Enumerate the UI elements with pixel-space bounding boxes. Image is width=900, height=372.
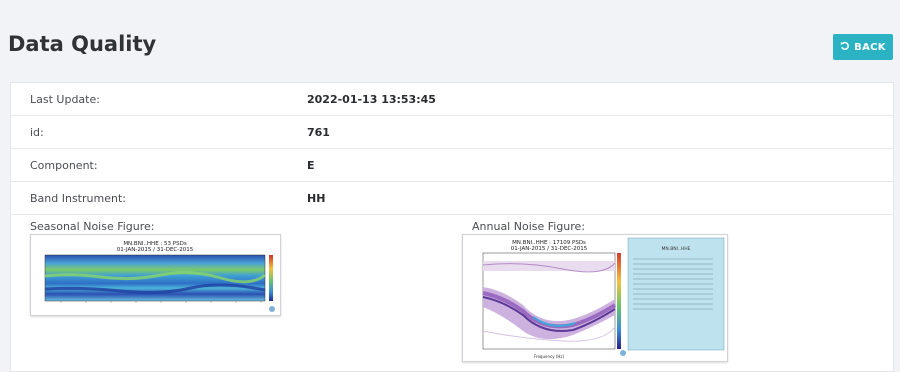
seasonal-figure-subtitle: 01-JAN-2015 / 31-DEC-2015 <box>117 247 194 253</box>
annual-figure-subtitle: 01-JAN-2015 / 31-DEC-2015 <box>511 246 588 252</box>
data-quality-card: Last Update: 2022-01-13 13:53:45 id: 761… <box>10 82 894 372</box>
seasonal-noise-figure[interactable]: MN.BNI..HHE : 53 PSDs 01-JAN-2015 / 31-D… <box>30 234 281 316</box>
detail-row-component: Component: E <box>11 149 893 182</box>
detail-label: Band Instrument: <box>30 191 126 205</box>
back-button-label: BACK <box>854 41 886 53</box>
detail-value: E <box>307 158 315 172</box>
seasonal-figure-label: Seasonal Noise Figure: <box>30 220 155 233</box>
detail-label: id: <box>30 125 44 139</box>
detail-value: HH <box>307 191 326 205</box>
detail-label: Component: <box>30 158 98 172</box>
detail-label: Last Update: <box>30 92 100 106</box>
detail-value: 2022-01-13 13:53:45 <box>307 92 436 106</box>
annual-figure-xlabel: Frequency (Hz) <box>534 354 565 359</box>
annual-figure-label: Annual Noise Figure: <box>472 220 586 233</box>
annual-noise-figure[interactable]: MN.BNI..HHE : 17109 PSDs 01-JAN-2015 / 3… <box>462 234 728 362</box>
back-button[interactable]: BACK <box>833 34 893 60</box>
detail-row-band-instrument: Band Instrument: HH <box>11 182 893 215</box>
detail-row-id: id: 761 <box>11 116 893 149</box>
detail-row-last-update: Last Update: 2022-01-13 13:53:45 <box>11 83 893 116</box>
undo-icon <box>840 41 850 54</box>
annual-stats-title: MN.BNI..HHE <box>662 246 691 252</box>
page-title: Data Quality <box>8 32 157 56</box>
detail-value: 761 <box>307 125 330 139</box>
